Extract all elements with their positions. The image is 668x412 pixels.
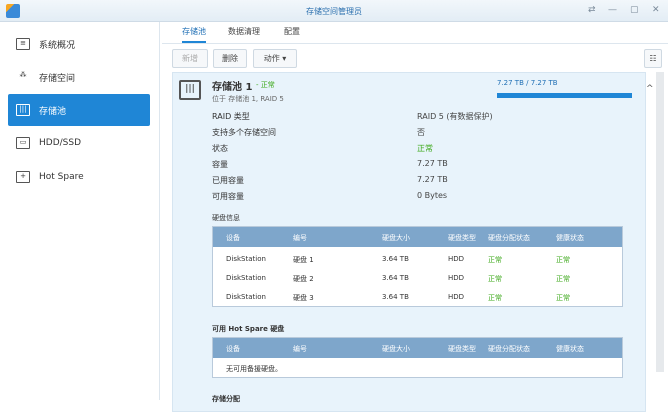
maximize-button[interactable]: ▢ (630, 5, 639, 15)
table-cell: 硬盘 2 (293, 275, 314, 283)
table-row[interactable]: DiskStation 硬盘 1 3.64 TB HDD 正常 正常 (213, 249, 622, 268)
detail-label: 可用容量 (212, 192, 244, 201)
table-cell: DiskStation (226, 274, 266, 282)
column-header: 设备 (226, 234, 240, 242)
disk-icon: ▭ (16, 137, 30, 149)
hot-spare-title: 可用 Hot Spare 硬盘 (212, 325, 285, 333)
usage-bar (497, 93, 632, 98)
table-row[interactable]: DiskStation 硬盘 2 3.64 TB HDD 正常 正常 (213, 268, 622, 287)
volume-icon: ⁂ (19, 71, 27, 79)
table-cell: HDD (448, 255, 465, 263)
action-dropdown[interactable]: 动作 ▾ (253, 49, 297, 68)
table-cell: HDD (448, 274, 465, 282)
column-header: 硬盘分配状态 (488, 234, 530, 242)
detail-label: 容量 (212, 160, 228, 169)
table-cell: DiskStation (226, 255, 266, 263)
sidebar-item-label: 存储池 (39, 106, 67, 117)
minimize-button[interactable]: — (608, 5, 617, 15)
sidebar-item-label: 系统概况 (39, 40, 76, 51)
section-title: 存储分配 (212, 395, 240, 403)
column-header: 硬盘分配状态 (488, 345, 530, 353)
table-cell: 硬盘 3 (293, 294, 314, 302)
scrollbar[interactable] (656, 72, 664, 372)
detail-value: 0 Bytes (417, 191, 448, 200)
table-cell: 正常 (488, 256, 502, 264)
tab-pool[interactable]: 存储池 (182, 26, 206, 43)
column-header: 健康状态 (556, 345, 584, 353)
close-button[interactable]: ✕ (652, 5, 660, 15)
pool-usage: 7.27 TB / 7.27 TB (497, 79, 558, 87)
table-cell: DiskStation (226, 293, 266, 301)
delete-button[interactable]: 删除 (213, 49, 247, 68)
tab-config[interactable]: 配置 (284, 26, 300, 43)
usage-bar-fill (497, 93, 632, 98)
table-cell: 3.64 TB (382, 255, 409, 263)
sidebar-item-hdd-ssd[interactable]: ▭ HDD/SSD (8, 127, 150, 159)
detail-value: 7.27 TB (417, 175, 448, 184)
pool-status: - 正常 (256, 81, 275, 89)
sidebar-item-label: 存储空间 (39, 73, 76, 84)
table-row-empty: 无可用备援硬盘。 (213, 358, 622, 377)
sidebar-item-volume[interactable]: ⁂ 存储空间 (8, 61, 150, 93)
table-cell: 正常 (556, 294, 570, 302)
window-title: 存储空间管理员 (306, 7, 362, 16)
hot-spare-table: 设备 编号 硬盘大小 硬盘类型 硬盘分配状态 健康状态 无可用备援硬盘。 (212, 337, 623, 378)
pool-name: 存储池 1 (212, 82, 253, 93)
detail-value: 7.27 TB (417, 159, 448, 168)
disk-info-title: 硬盘信息 (212, 214, 240, 222)
detail-label: 已用容量 (212, 176, 244, 185)
detail-label: 状态 (212, 144, 228, 153)
column-header: 编号 (293, 345, 307, 353)
overview-icon: ≡ (16, 38, 30, 50)
tab-divider (162, 43, 668, 44)
table-cell: 3.64 TB (382, 274, 409, 282)
sidebar-item-hot-spare[interactable]: + Hot Spare (8, 161, 150, 193)
empty-message: 无可用备援硬盘。 (226, 365, 282, 373)
tab-scrubbing[interactable]: 数据清理 (228, 26, 260, 43)
detail-value: RAID 5 (有数据保护) (417, 112, 493, 121)
detail-value: 正常 (417, 144, 433, 153)
column-header: 硬盘大小 (382, 234, 410, 242)
table-cell: 正常 (556, 275, 570, 283)
table-cell: 3.64 TB (382, 293, 409, 301)
sidebar-item-overview[interactable]: ≡ 系统概况 (8, 28, 150, 60)
column-header: 硬盘大小 (382, 345, 410, 353)
table-cell: 正常 (556, 256, 570, 264)
sidebar-item-label: HDD/SSD (39, 138, 82, 148)
table-cell: 正常 (488, 294, 502, 302)
column-header: 编号 (293, 234, 307, 242)
sidebar-item-pool[interactable]: ||| 存储池 (8, 94, 150, 126)
column-header: 健康状态 (556, 234, 584, 242)
sidebar-item-label: Hot Spare (39, 172, 84, 182)
switch-icon[interactable]: ⇄ (588, 5, 596, 15)
collapse-chevron-icon[interactable]: ^ (646, 84, 654, 94)
create-button[interactable]: 新增 (172, 49, 208, 68)
table-header: 设备 编号 硬盘大小 硬盘类型 硬盘分配状态 健康状态 (213, 227, 622, 247)
view-toggle-icon[interactable]: ☷ (644, 49, 662, 68)
table-row[interactable]: DiskStation 硬盘 3 3.64 TB HDD 正常 正常 (213, 287, 622, 306)
detail-label: RAID 类型 (212, 112, 250, 121)
disk-table: 设备 编号 硬盘大小 硬盘类型 硬盘分配状态 健康状态 DiskStation 硬盘 1 3.… (212, 226, 623, 307)
detail-label: 支持多个存储空间 (212, 128, 276, 137)
title-bar: 存储空间管理员 ⇄ — ▢ ✕ (0, 0, 668, 22)
column-header: 硬盘类型 (448, 234, 476, 242)
table-cell: 硬盘 1 (293, 256, 314, 264)
column-header: 设备 (226, 345, 240, 353)
pool-icon: ||| (179, 80, 201, 100)
hot-spare-icon: + (16, 171, 30, 183)
column-header: 硬盘类型 (448, 345, 476, 353)
pool-icon: ||| (16, 104, 30, 116)
table-cell: 正常 (488, 275, 502, 283)
pool-location: 位于 存储池 1, RAID 5 (212, 95, 284, 103)
detail-value: 否 (417, 128, 425, 137)
table-header: 设备 编号 硬盘大小 硬盘类型 硬盘分配状态 健康状态 (213, 338, 622, 358)
table-cell: HDD (448, 293, 465, 301)
